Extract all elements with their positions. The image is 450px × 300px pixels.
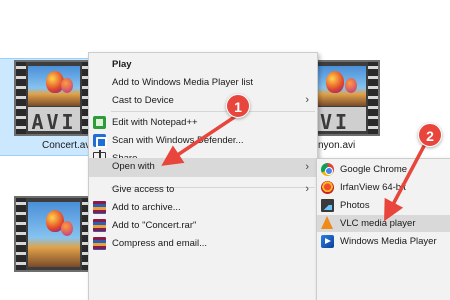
menu-item-edit-notepad[interactable]: Edit with Notepad++ xyxy=(89,114,317,131)
vlc-icon xyxy=(321,216,333,229)
menu-item-add-to-rar[interactable]: Add to "Concert.rar" xyxy=(89,217,317,234)
irfanview-icon xyxy=(321,181,334,194)
chevron-right-icon: › xyxy=(305,94,309,106)
open-with-submenu: Google Chrome IrfanView 64-bit Photos VL… xyxy=(316,158,450,300)
file-name[interactable]: nyon.avi xyxy=(318,140,355,151)
context-menu: Play Add to Windows Media Player list Ca… xyxy=(88,52,318,300)
winrar-icon xyxy=(93,237,106,250)
photos-icon xyxy=(321,199,334,212)
menu-item-add-to-archive[interactable]: Add to archive... xyxy=(89,199,317,216)
winrar-icon xyxy=(93,201,106,214)
submenu-item-chrome[interactable]: Google Chrome xyxy=(317,161,450,178)
notepad-plus-icon xyxy=(93,116,106,129)
menu-item-cast-to-device[interactable]: Cast to Device › xyxy=(89,92,317,109)
menu-item-scan-defender[interactable]: Scan with Windows Defender... xyxy=(89,132,317,149)
submenu-item-irfanview[interactable]: IrfanView 64-bit xyxy=(317,179,450,196)
video-thumbnail[interactable]: AVI xyxy=(14,60,94,136)
defender-icon xyxy=(93,134,107,148)
submenu-item-wmp[interactable]: Windows Media Player xyxy=(317,233,450,250)
chevron-right-icon: › xyxy=(305,161,309,173)
step-2-badge: 2 xyxy=(418,123,442,147)
video-thumbnail[interactable] xyxy=(14,196,94,272)
winrar-icon xyxy=(93,219,106,232)
submenu-item-photos[interactable]: Photos xyxy=(317,197,450,214)
step-1-badge: 1 xyxy=(226,94,250,118)
file-name[interactable]: Concert.avi xyxy=(42,140,93,151)
menu-item-add-to-wmp-list[interactable]: Add to Windows Media Player list xyxy=(89,74,317,91)
menu-item-play[interactable]: Play xyxy=(89,56,317,73)
submenu-item-vlc[interactable]: VLC media player xyxy=(317,215,450,232)
menu-item-open-with-row[interactable]: Open with › xyxy=(89,158,317,176)
chrome-icon xyxy=(321,163,334,176)
menu-item-compress-email[interactable]: Compress and email... xyxy=(89,235,317,252)
chevron-right-icon: › xyxy=(305,183,309,195)
wmp-icon xyxy=(321,235,334,248)
menu-item-give-access[interactable]: Give access to › xyxy=(89,181,317,198)
thumbnail-label: AVI xyxy=(28,106,80,134)
